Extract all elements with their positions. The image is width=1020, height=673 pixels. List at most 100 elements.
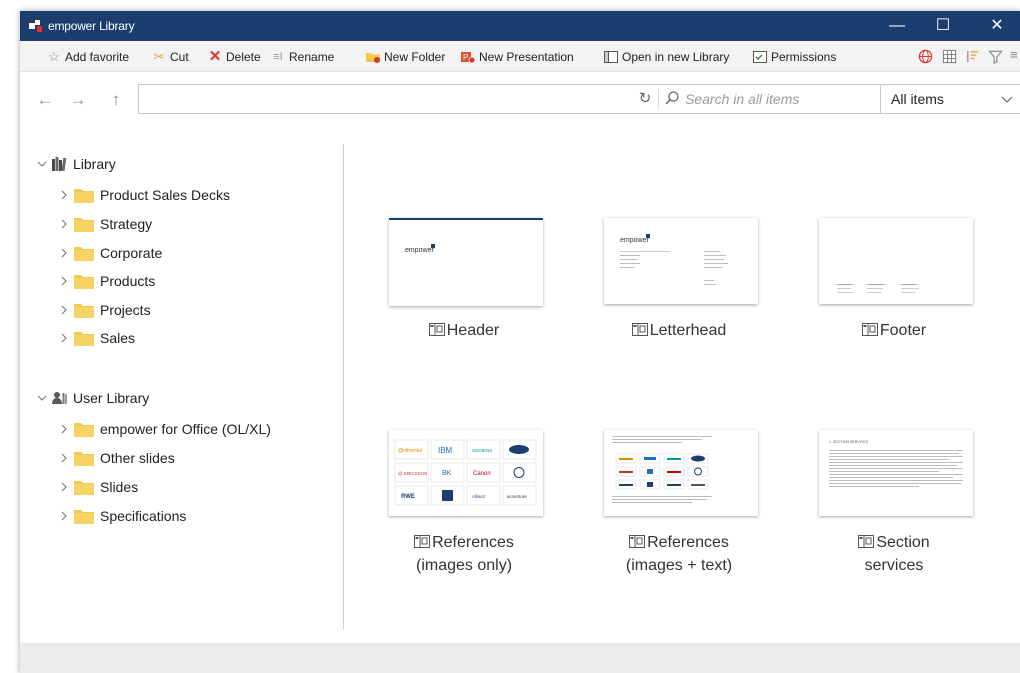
folder-icon <box>74 331 94 346</box>
logo-accenture: accenture <box>507 494 527 499</box>
tree-node-folder[interactable]: Product Sales Decks <box>58 184 230 206</box>
tree-label: Strategy <box>100 216 153 232</box>
new-presentation-label: New Presentation <box>479 50 574 64</box>
tree-node-folder[interactable]: Slides <box>58 476 138 498</box>
chevron-right-icon <box>61 248 67 258</box>
chevron-right-icon <box>61 453 67 463</box>
slide-thumbnail <box>604 430 758 516</box>
item-label: Letterhead <box>591 319 767 342</box>
library-item-tile[interactable]: empower Header <box>376 218 552 380</box>
tree-node-folder[interactable]: Strategy <box>58 213 152 235</box>
folder-icon <box>74 246 94 261</box>
user-library-icon <box>52 392 67 404</box>
item-label-line1: Header <box>446 322 500 339</box>
minimize-button[interactable]: — <box>874 11 920 41</box>
filter-icon[interactable] <box>988 49 1003 64</box>
toolbar: ☆ Add favorite ✂ Cut ✕ Delete ≡I Rename … <box>20 41 1020 72</box>
maximize-icon: ☐ <box>935 17 951 34</box>
close-icon: ✕ <box>990 17 1004 34</box>
item-label: Footer <box>806 319 982 342</box>
slide-layout-icon <box>629 535 646 548</box>
library-item-tile[interactable]: @ntinental IBM SIEMENS @ ERICSSON BK Can… <box>376 430 552 592</box>
close-button[interactable]: ✕ <box>974 11 1020 41</box>
tree-node-folder[interactable]: Projects <box>58 299 151 321</box>
title-bar[interactable]: empower Library — ☐ ✕ <box>20 11 1020 41</box>
window-title: empower Library <box>48 19 135 33</box>
grid-view-icon[interactable] <box>942 49 957 64</box>
tree-label: Sales <box>100 330 136 346</box>
permissions-icon <box>753 51 767 63</box>
maximize-button[interactable]: ☐ <box>920 11 966 41</box>
logo-bk: BK <box>442 470 452 477</box>
folder-icon <box>74 480 94 495</box>
folder-icon <box>74 422 94 437</box>
refresh-icon[interactable]: ↻ <box>636 90 654 108</box>
chevron-down-icon <box>37 395 47 401</box>
chevron-right-icon <box>61 482 67 492</box>
add-favorite-label: Add favorite <box>65 50 130 64</box>
delete-label: Delete <box>226 50 261 64</box>
svg-text:P: P <box>463 53 468 62</box>
tree-label: Specifications <box>100 508 187 524</box>
tree-node-user-library[interactable]: User Library <box>36 387 149 409</box>
open-in-new-library-label: Open in new Library <box>622 50 730 64</box>
forward-button[interactable]: → <box>68 90 88 110</box>
new-presentation-icon: P <box>461 52 476 64</box>
slide-thumbnail: empower <box>604 218 758 304</box>
back-button[interactable]: ← <box>35 90 55 110</box>
items-filter-select[interactable]: All items <box>880 84 1020 114</box>
item-label: References (images only) <box>376 531 552 577</box>
slide-layout-icon <box>861 323 878 336</box>
new-presentation-button[interactable]: P New Presentation <box>460 48 574 66</box>
header-slide-preview: empower <box>405 244 435 254</box>
permissions-button[interactable]: Permissions <box>752 48 836 66</box>
permissions-label: Permissions <box>771 50 837 64</box>
tree-node-folder[interactable]: Products <box>58 270 155 292</box>
tree-node-folder[interactable]: Corporate <box>58 242 162 264</box>
search-divider <box>658 89 659 109</box>
tree-node-folder[interactable]: empower for Office (OL/XL) <box>58 418 271 440</box>
logo-canon: Canon <box>473 471 491 477</box>
new-folder-icon <box>366 53 380 63</box>
arrow-left-icon: ← <box>36 90 54 109</box>
tree-node-library[interactable]: Library <box>36 153 116 175</box>
search-icon <box>665 91 679 105</box>
status-bar <box>20 643 1020 673</box>
tree-node-folder[interactable]: Sales <box>58 327 135 349</box>
open-in-new-library-button[interactable]: Open in new Library <box>603 48 729 66</box>
chevron-right-icon <box>61 511 67 521</box>
library-item-tile[interactable]: Footer <box>806 218 982 380</box>
chevron-right-icon <box>61 276 67 286</box>
path-input[interactable] <box>138 84 632 114</box>
sort-icon[interactable] <box>965 49 980 64</box>
delete-button[interactable]: ✕ Delete <box>207 48 261 66</box>
library-item-tile[interactable]: References (images + text) <box>591 430 767 592</box>
folder-icon <box>74 274 94 289</box>
library-tree: Library Product Sales Decks Strategy Cor… <box>20 128 343 643</box>
new-folder-button[interactable]: New Folder <box>365 48 445 66</box>
library-item-tile[interactable]: empower Letterhead <box>591 218 767 380</box>
section-heading-text: 1. SECTION SERVICES <box>829 440 869 444</box>
rename-button[interactable]: ≡I Rename <box>270 48 334 66</box>
cut-button[interactable]: ✂ Cut <box>151 48 189 66</box>
chevron-right-icon <box>61 333 67 343</box>
globe-icon[interactable] <box>918 49 933 64</box>
tree-label: Library <box>73 156 116 172</box>
cut-label: Cut <box>170 50 189 64</box>
search-input[interactable]: Search in all items <box>685 91 799 107</box>
tree-label: Product Sales Decks <box>100 187 230 203</box>
items-grid: empower Header empower Letterhead Footer… <box>344 128 1020 643</box>
logo-ford <box>509 445 529 454</box>
up-button[interactable]: ↑ <box>106 90 126 110</box>
library-books-icon <box>52 157 67 171</box>
item-label-line1: Section <box>876 534 930 551</box>
tree-label: Projects <box>100 302 151 318</box>
folder-icon <box>74 451 94 466</box>
library-item-tile[interactable]: 1. SECTION SERVICES Section services <box>806 430 982 592</box>
add-favorite-button[interactable]: ☆ Add favorite <box>46 48 129 66</box>
folder-icon <box>74 303 94 318</box>
more-icon[interactable]: ≡ <box>1010 47 1018 62</box>
tree-node-folder[interactable]: Specifications <box>58 505 186 527</box>
tree-node-folder[interactable]: Other slides <box>58 447 175 469</box>
search-box[interactable]: ↻ Search in all items <box>630 84 881 114</box>
